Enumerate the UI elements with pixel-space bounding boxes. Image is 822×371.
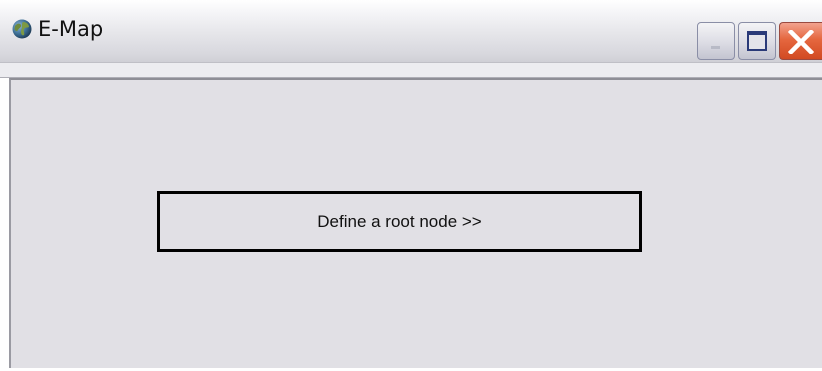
define-root-node-button[interactable]: Define a root node >> (157, 191, 642, 252)
window-title: E-Map (38, 17, 104, 41)
close-icon (788, 30, 814, 54)
close-button[interactable] (779, 22, 822, 60)
app-window: E-Map Define a root node >> (0, 0, 822, 371)
globe-icon[interactable] (12, 19, 32, 39)
minimize-button[interactable] (697, 22, 735, 60)
maximize-icon (747, 31, 767, 51)
title-bar[interactable]: E-Map (0, 0, 822, 62)
menu-bar (0, 62, 822, 78)
minimize-icon (711, 46, 720, 49)
maximize-button[interactable] (738, 22, 776, 60)
